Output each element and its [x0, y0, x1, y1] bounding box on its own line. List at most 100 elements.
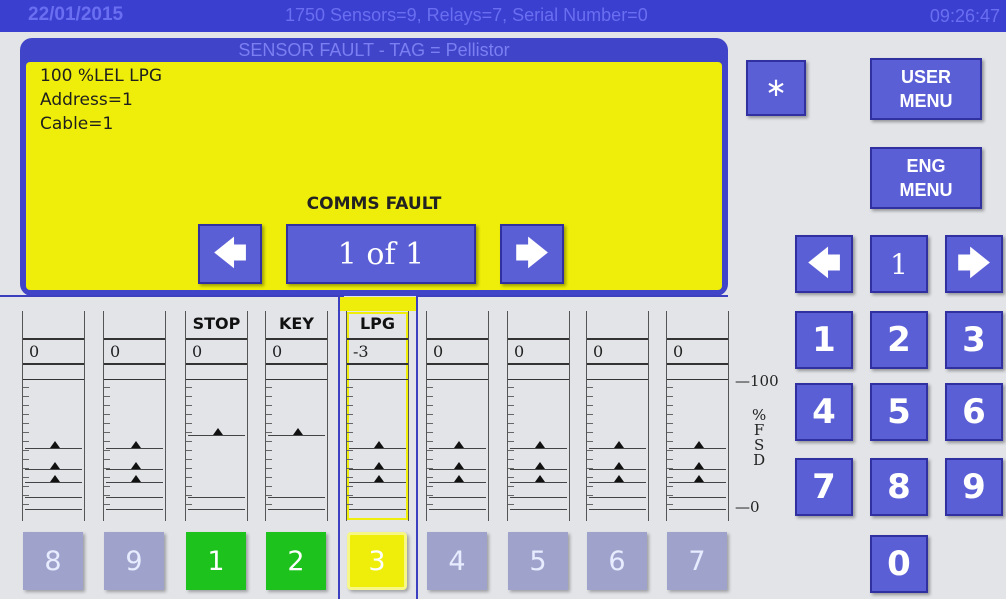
scale-tick — [104, 432, 110, 433]
scale-tick — [23, 414, 29, 415]
alarm-level-marker — [454, 462, 464, 469]
scale-tick — [587, 450, 593, 451]
selected-channel-highlight — [340, 297, 416, 311]
channel-value: -3 — [353, 342, 369, 361]
eng-menu-label-line1: ENG — [906, 156, 946, 176]
alarm-level-marker — [454, 441, 464, 448]
scale-tick — [347, 396, 353, 397]
alarm-level-line — [510, 469, 567, 470]
scale-tick — [667, 450, 673, 451]
scale-tick — [266, 495, 272, 496]
channel-value: 0 — [433, 342, 444, 361]
scale-tick — [587, 414, 593, 415]
alarm-level-marker — [694, 475, 704, 482]
next-page-button[interactable]: 🡆 — [500, 224, 564, 284]
alarm-level-line — [25, 482, 82, 483]
scale-tick — [266, 477, 272, 478]
scale-tick — [23, 477, 29, 478]
status-system-info: 1750 Sensors=9, Relays=7, Serial Number=… — [285, 5, 648, 25]
channel-divider — [186, 338, 247, 340]
status-bar: 22/01/2015 1750 Sensors=9, Relays=7, Ser… — [0, 0, 1006, 32]
scale-tick — [667, 477, 673, 478]
scale-tick — [667, 387, 673, 388]
user-menu-button[interactable]: USER MENU — [870, 58, 982, 120]
keypad-right-button[interactable]: 🡆 — [945, 235, 1003, 293]
scale-tick — [23, 450, 29, 451]
channel-divider — [266, 363, 327, 365]
alarm-level-line — [349, 448, 406, 449]
scale-tick — [266, 396, 272, 397]
channel-select-button[interactable]: 8 — [23, 532, 83, 590]
channel-select-button[interactable]: 4 — [427, 532, 487, 590]
key-8[interactable]: 8 — [870, 458, 928, 516]
channel-baseline — [268, 509, 325, 510]
key-0[interactable]: 0 — [870, 535, 928, 593]
scale-tick — [667, 423, 673, 424]
channel-divider — [186, 379, 247, 380]
status-time: 09:26:47 — [929, 6, 1000, 26]
channel-select-button[interactable]: 3 — [347, 532, 407, 590]
scale-tick — [23, 405, 29, 406]
channel-select-button[interactable]: 1 — [186, 532, 246, 590]
scale-tick — [347, 495, 353, 496]
scale-tick — [347, 414, 353, 415]
bluetooth-icon: ∗ — [765, 73, 787, 103]
channel-baseline — [106, 497, 163, 498]
bargraph-frame-left — [0, 295, 344, 297]
channel-select-button[interactable]: 5 — [508, 532, 568, 590]
key-9[interactable]: 9 — [945, 458, 1003, 516]
channel-value: 0 — [272, 342, 283, 361]
alarm-level-marker — [614, 441, 624, 448]
scale-tick — [427, 414, 433, 415]
channel-baseline — [349, 509, 406, 510]
sensor-line: 100 %LEL LPG — [40, 66, 162, 86]
channel-baseline — [429, 497, 486, 498]
channel-value: 0 — [192, 342, 203, 361]
channel-divider — [587, 338, 648, 340]
key-2[interactable]: 2 — [870, 311, 928, 369]
alarm-level-line — [429, 469, 486, 470]
scale-tick — [667, 486, 673, 487]
selected-channel-divider-right — [416, 295, 418, 599]
channel-select-button[interactable]: 6 — [587, 532, 647, 590]
channel-baseline — [106, 509, 163, 510]
scale-tick — [427, 495, 433, 496]
key-1[interactable]: 1 — [795, 311, 853, 369]
scale-tick — [347, 387, 353, 388]
channel-divider — [104, 338, 165, 340]
alarm-level-line — [25, 448, 82, 449]
key-6[interactable]: 6 — [945, 383, 1003, 441]
channel-value: 0 — [673, 342, 684, 361]
channel-select-button[interactable]: 9 — [104, 532, 164, 590]
alarm-level-line — [589, 448, 646, 449]
key-3[interactable]: 3 — [945, 311, 1003, 369]
channel-divider — [347, 363, 408, 365]
key-7[interactable]: 7 — [795, 458, 853, 516]
scale-tick — [347, 441, 353, 442]
channel-bargraph: KEY 0 — [265, 311, 328, 521]
eng-menu-button[interactable]: ENG MENU — [870, 147, 982, 209]
scale-tick — [104, 495, 110, 496]
scale-tick — [347, 459, 353, 460]
keypad-left-button[interactable]: 🡄 — [795, 235, 853, 293]
scale-tick — [186, 387, 192, 388]
alarm-level-line — [429, 482, 486, 483]
channel-select-button[interactable]: 2 — [266, 532, 326, 590]
scale-tick — [667, 495, 673, 496]
key-5[interactable]: 5 — [870, 383, 928, 441]
key-4[interactable]: 4 — [795, 383, 853, 441]
scale-tick — [508, 432, 514, 433]
channel-divider — [23, 379, 84, 380]
prev-page-button[interactable]: 🡄 — [198, 224, 262, 284]
alarm-level-line — [589, 482, 646, 483]
eng-menu-label-line2: MENU — [899, 180, 953, 200]
scale-tick — [427, 432, 433, 433]
keypad-nav-value[interactable]: 1 — [870, 235, 928, 293]
channel-select-button[interactable]: 7 — [667, 532, 727, 590]
scale-tick — [104, 450, 110, 451]
alarm-level-marker — [454, 475, 464, 482]
channel-tag-label: KEY — [279, 314, 314, 333]
bluetooth-button[interactable]: ∗ — [746, 60, 806, 116]
channel-bargraph: 0 — [586, 311, 649, 521]
scale-tick — [266, 432, 272, 433]
